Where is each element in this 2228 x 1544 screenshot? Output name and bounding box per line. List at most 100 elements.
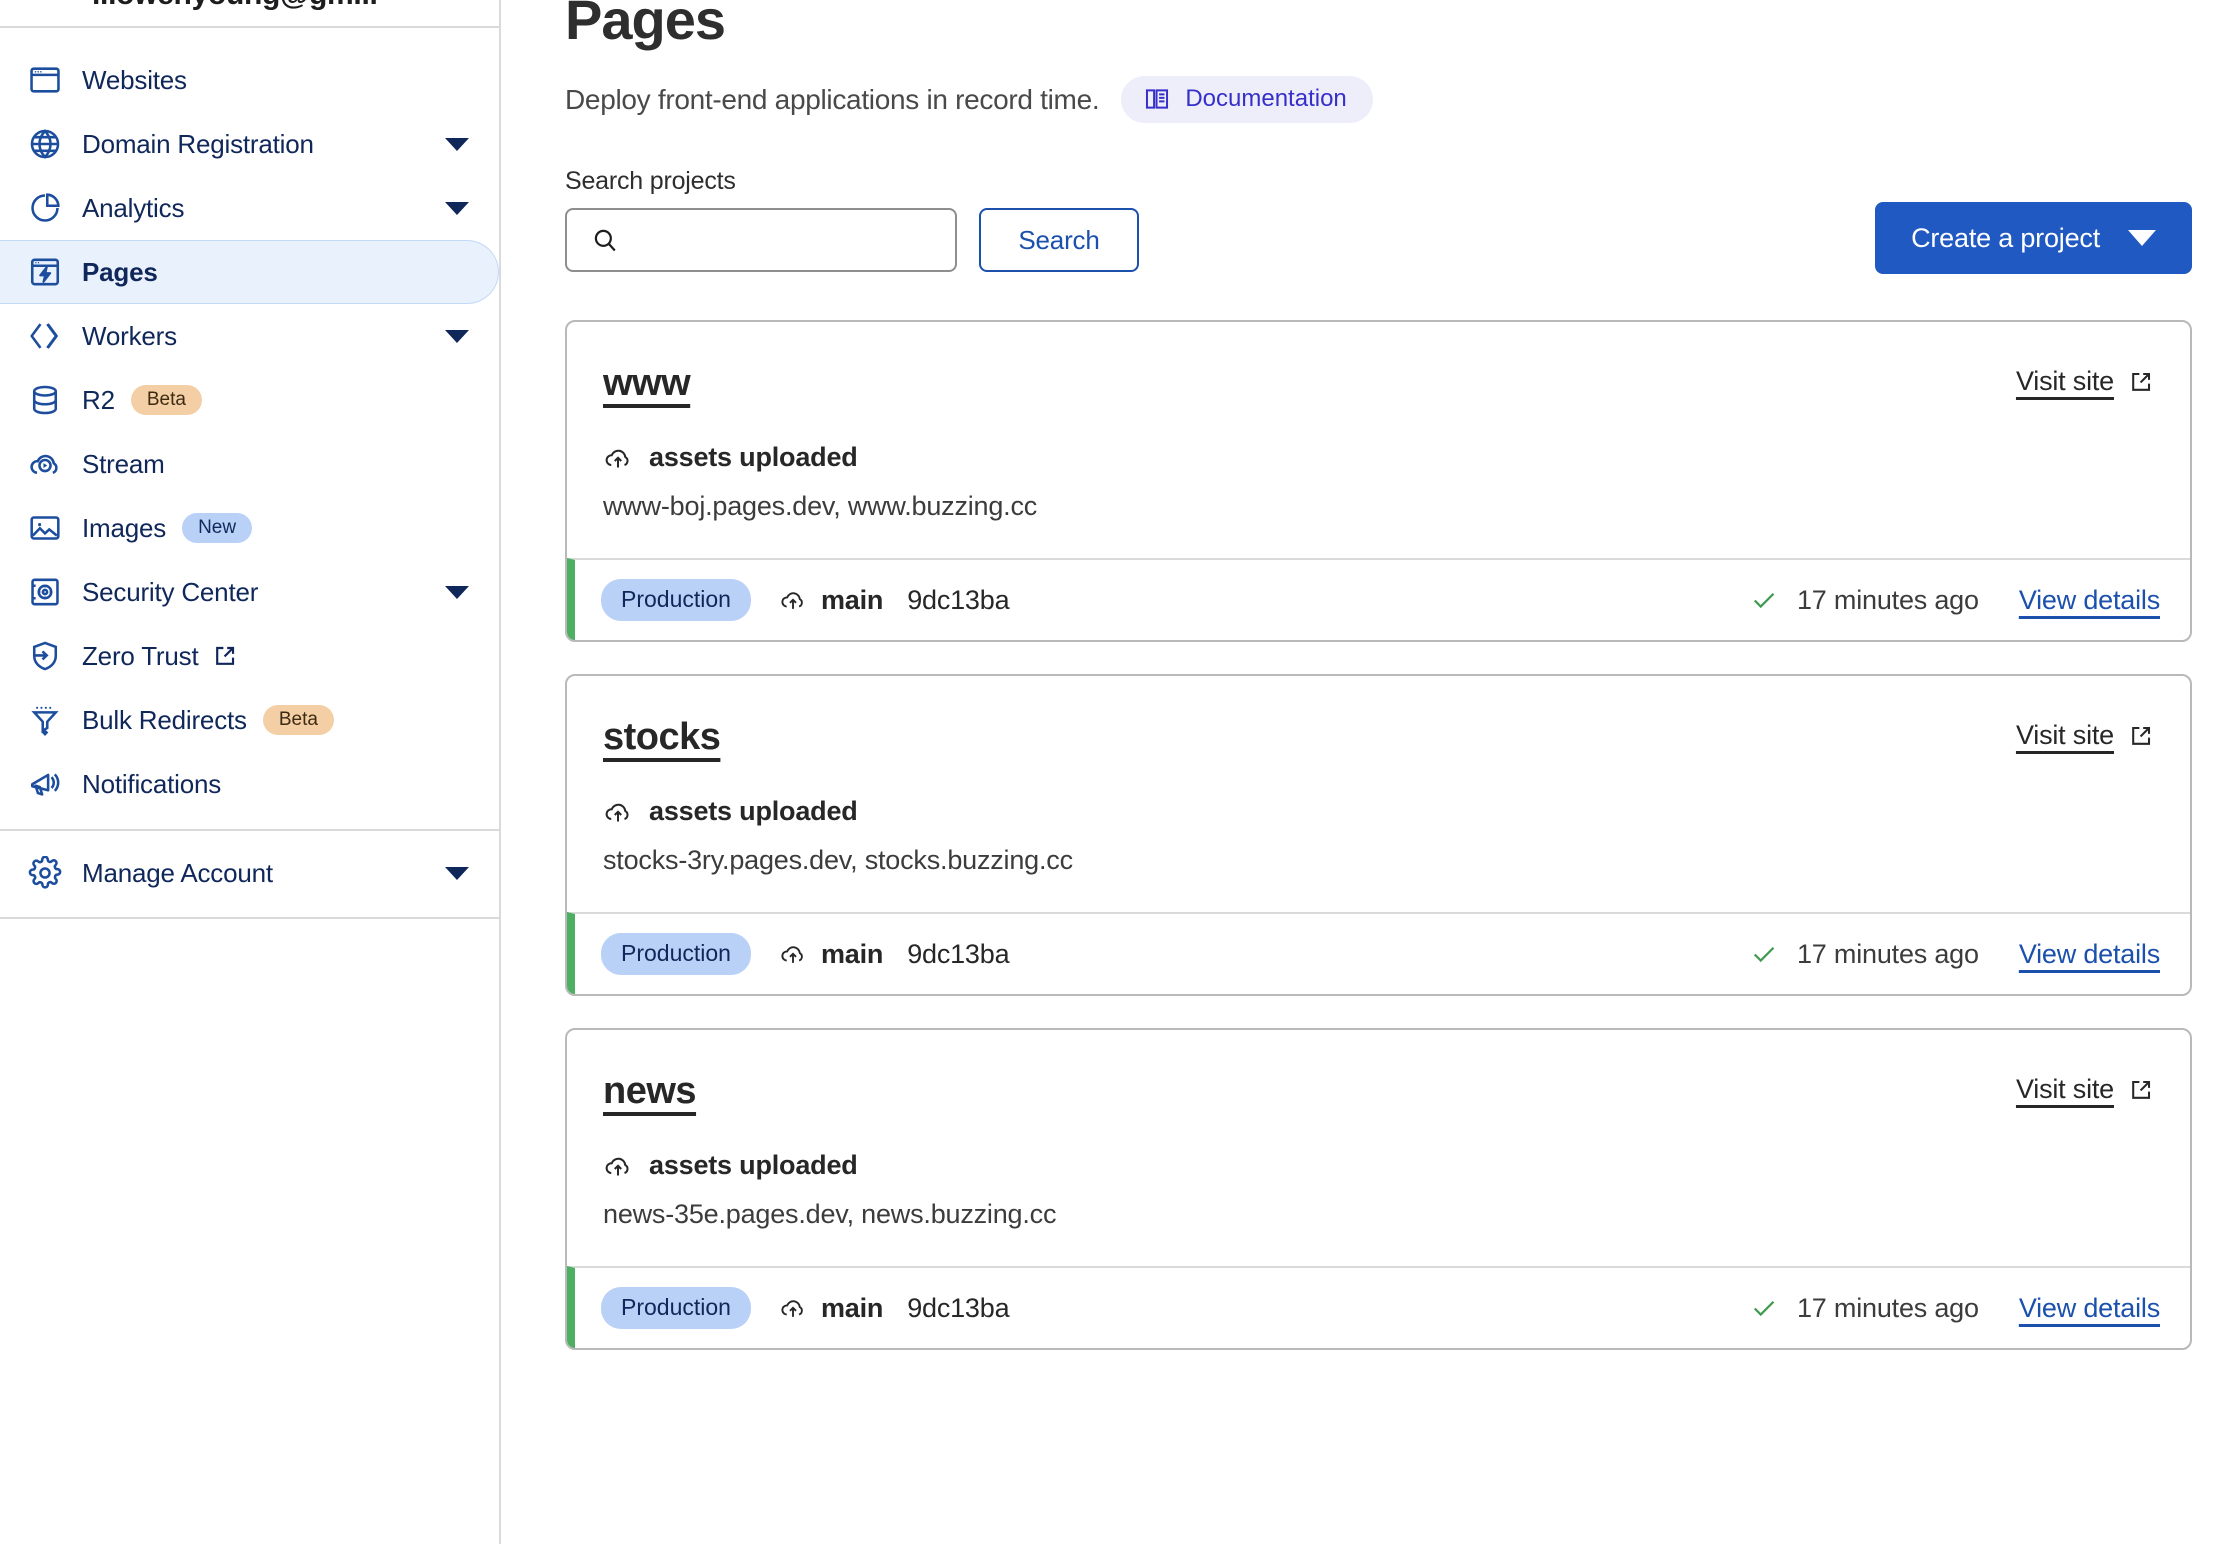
external-link-icon xyxy=(2128,369,2154,395)
view-details-link[interactable]: View details xyxy=(2019,585,2160,616)
sidebar-item-analytics[interactable]: Analytics xyxy=(0,176,499,240)
chevron-down-icon[interactable] xyxy=(445,329,469,343)
funnel-icon xyxy=(22,703,68,737)
search-label: Search projects xyxy=(565,167,736,195)
cloud-play-icon xyxy=(22,447,68,481)
project-card-body: news Visit site assets uploaded news-35e… xyxy=(567,1030,2190,1266)
visit-site-label: Visit site xyxy=(2015,1074,2114,1104)
page-subtitle-row: Deploy front-end applications in record … xyxy=(565,76,2192,123)
view-details-link[interactable]: View details xyxy=(2019,1293,2160,1324)
sidebar-item-label: Analytics xyxy=(82,192,185,223)
pages-dashboard: ...owenyoung@gm... Websites xyxy=(0,0,2228,1544)
sidebar-item-label: Workers xyxy=(82,320,177,351)
status-badge: New xyxy=(182,513,253,543)
deployment-row: Production main 9dc13ba 17 minutes ago V… xyxy=(567,912,2190,994)
sidebar-item-stream[interactable]: Stream xyxy=(0,432,499,496)
search-field-wrapper[interactable] xyxy=(565,208,957,272)
chevron-down-icon[interactable] xyxy=(445,866,469,880)
sidebar-item-r2[interactable]: R2 Beta xyxy=(0,368,499,432)
project-name-link[interactable]: news xyxy=(603,1072,697,1110)
chevron-down-icon xyxy=(2128,230,2156,246)
sidebar-item-label: Pages xyxy=(82,256,158,287)
documentation-link[interactable]: Documentation xyxy=(1121,76,1373,123)
chevron-down-icon[interactable] xyxy=(445,201,469,215)
pie-chart-icon xyxy=(22,191,68,225)
safe-vault-icon xyxy=(22,575,68,609)
status-badge: Beta xyxy=(130,385,202,415)
commit-hash: 9dc13ba xyxy=(907,938,1010,969)
sidebar-divider-bottom xyxy=(0,917,499,919)
browser-window-icon xyxy=(22,63,68,97)
branch-name: main xyxy=(820,1292,884,1323)
deployment-time: 17 minutes ago xyxy=(1796,584,1979,615)
external-link-icon xyxy=(212,643,238,669)
account-header: ...owenyoung@gm... xyxy=(0,0,499,28)
deployment-branch: main xyxy=(779,1293,883,1324)
sidebar-item-workers[interactable]: Workers xyxy=(0,304,499,368)
sidebar-item-security-center[interactable]: Security Center xyxy=(0,560,499,624)
cloud-upload-icon xyxy=(603,443,633,473)
sidebar-item-pages[interactable]: Pages xyxy=(0,240,499,304)
external-link-icon xyxy=(2128,723,2154,749)
visit-site-link[interactable]: Visit site xyxy=(2016,720,2154,751)
sidebar-item-images[interactable]: Images New xyxy=(0,496,499,560)
chevron-down-icon[interactable] xyxy=(445,585,469,599)
deployment-row: Production main 9dc13ba 17 minutes ago V… xyxy=(567,558,2190,640)
sidebar-item-label: Images xyxy=(82,512,167,543)
project-status-text: assets uploaded xyxy=(649,442,858,472)
sidebar-item-label: Websites xyxy=(82,64,187,95)
project-status-row: assets uploaded xyxy=(603,442,2154,473)
sidebar-item-label: Manage Account xyxy=(82,857,273,888)
project-name-link[interactable]: www xyxy=(603,364,691,402)
project-name-link[interactable]: stocks xyxy=(603,718,721,756)
image-icon xyxy=(22,511,68,545)
database-icon xyxy=(22,383,68,417)
book-icon xyxy=(1143,85,1171,113)
sidebar: ...owenyoung@gm... Websites xyxy=(0,0,501,1544)
view-details-link[interactable]: View details xyxy=(2019,939,2160,970)
check-icon xyxy=(1749,1293,1779,1323)
sidebar-item-domain-registration[interactable]: Domain Registration xyxy=(0,112,499,176)
sidebar-item-zero-trust[interactable]: Zero Trust xyxy=(0,624,499,688)
visit-site-label: Visit site xyxy=(2015,366,2114,396)
shield-arrow-icon xyxy=(22,639,68,673)
sidebar-item-manage-account[interactable]: Manage Account xyxy=(0,841,499,905)
sidebar-item-bulk-redirects[interactable]: Bulk Redirects Beta xyxy=(0,688,499,752)
sidebar-item-notifications[interactable]: Notifications xyxy=(0,752,499,816)
deployment-meta: 17 minutes ago View details xyxy=(1749,939,2160,970)
project-card: stocks Visit site assets uploaded stocks… xyxy=(565,674,2192,996)
visit-site-label: Visit site xyxy=(2015,720,2114,750)
visit-site-link[interactable]: Visit site xyxy=(2016,1074,2154,1105)
megaphone-icon xyxy=(22,767,68,801)
project-card: news Visit site assets uploaded news-35e… xyxy=(565,1028,2192,1350)
page-title: Pages xyxy=(565,0,726,51)
gear-icon xyxy=(22,856,68,890)
search-input[interactable] xyxy=(633,225,933,255)
chevron-down-icon[interactable] xyxy=(445,137,469,151)
project-domains: news-35e.pages.dev, news.buzzing.cc xyxy=(603,1199,1057,1229)
deployment-time: 17 minutes ago xyxy=(1796,938,1979,969)
cloud-upload-icon xyxy=(779,586,807,614)
cloud-upload-icon xyxy=(603,797,633,827)
account-email: ...owenyoung@gm... xyxy=(92,0,378,12)
branch-name: main xyxy=(820,584,884,615)
sidebar-item-label: R2 xyxy=(82,384,115,415)
sidebar-item-label: Bulk Redirects xyxy=(82,704,247,735)
create-project-label: Create a project xyxy=(1911,222,2100,253)
sidebar-divider xyxy=(0,829,499,831)
project-status-row: assets uploaded xyxy=(603,1150,2154,1181)
cloud-upload-icon xyxy=(779,940,807,968)
branch-name: main xyxy=(820,938,884,969)
search-button[interactable]: Search xyxy=(979,208,1139,272)
project-card-body: stocks Visit site assets uploaded stocks… xyxy=(567,676,2190,912)
sidebar-item-label: Domain Registration xyxy=(82,128,314,159)
deployment-meta: 17 minutes ago View details xyxy=(1749,1293,2160,1324)
main-content: Pages Deploy front-end applications in r… xyxy=(501,0,2228,1544)
project-card: www Visit site assets uploaded www-boj.p… xyxy=(565,320,2192,642)
sidebar-item-websites[interactable]: Websites xyxy=(0,48,499,112)
project-card-header: news Visit site xyxy=(603,1072,2154,1110)
create-a-project-button[interactable]: Create a project xyxy=(1875,202,2192,274)
project-domains: stocks-3ry.pages.dev, stocks.buzzing.cc xyxy=(603,845,1073,875)
deployment-branch: main xyxy=(779,939,883,970)
visit-site-link[interactable]: Visit site xyxy=(2016,366,2154,397)
